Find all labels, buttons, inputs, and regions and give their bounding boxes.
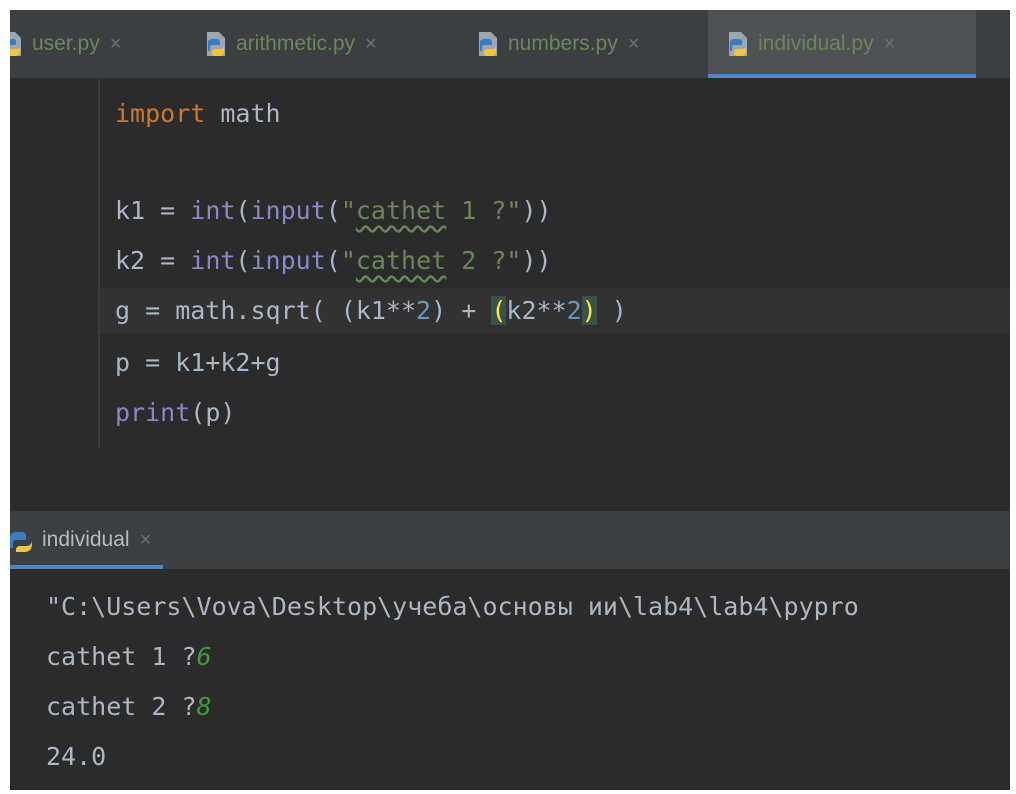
matched-brace-open: ( <box>491 296 507 325</box>
console-prompt-1: cathet 1 ?6 <box>46 635 212 679</box>
code-line-6: p = k1+k2+g <box>115 341 281 385</box>
console-prompt-2: cathet 2 ?8 <box>46 685 212 729</box>
module-name: math <box>205 99 281 128</box>
string-quote: " <box>340 246 356 275</box>
print-args: (p) <box>190 398 236 427</box>
console-command-line: "C:\Users\Vova\Desktop\учеба\основы ии\l… <box>46 592 859 621</box>
builtin-int: int <box>190 246 236 275</box>
python-file-icon <box>204 31 228 57</box>
python-run-icon <box>10 528 32 552</box>
python-file-icon <box>726 31 750 57</box>
paren: ( <box>325 196 341 225</box>
expr-k2: k2** <box>506 296 567 325</box>
number: 2 <box>566 296 582 325</box>
prompt-text: cathet 2 ? <box>46 692 197 721</box>
run-console[interactable]: "C:\Users\Vova\Desktop\учеба\основы ии\l… <box>10 569 1010 790</box>
close-icon[interactable]: × <box>884 33 896 56</box>
close-icon[interactable]: × <box>628 33 640 56</box>
tab-label: individual.py <box>758 32 874 55</box>
code-line-3: k1 = int(input("cathet 1 ?")) <box>115 189 552 233</box>
builtin-int: int <box>190 196 236 225</box>
console-result: 24.0 <box>46 742 107 771</box>
close-icon[interactable]: × <box>110 33 122 56</box>
close-icon[interactable]: × <box>140 529 152 552</box>
paren: )) <box>521 196 552 225</box>
editor-tab-bar: user.py × arithmetic.py × numbers.py × i… <box>10 10 1010 79</box>
assign-g: g = math.sqrt( <box>115 296 341 325</box>
tab-label: numbers.py <box>508 32 618 55</box>
builtin-print: print <box>115 398 191 427</box>
builtin-input: input <box>250 196 326 225</box>
tab-individual-py[interactable]: individual.py × <box>708 10 976 78</box>
string-rest: 2 ?" <box>446 246 522 275</box>
matched-brace-close: ) <box>581 296 597 325</box>
typo-word: cathet <box>355 196 447 225</box>
tab-arithmetic-py[interactable]: arithmetic.py × <box>204 10 444 78</box>
operator-plus: ) + <box>431 296 492 325</box>
builtin-input: input <box>250 246 326 275</box>
number: 2 <box>416 296 432 325</box>
user-input-value: 6 <box>196 642 212 671</box>
tab-label: user.py <box>32 32 100 55</box>
ide-window: user.py × arithmetic.py × numbers.py × i… <box>10 10 1010 790</box>
expr-k1: (k1** <box>340 296 417 325</box>
tab-label: arithmetic.py <box>236 32 356 55</box>
code-editor[interactable]: import math k1 = int(input("cathet 1 ?")… <box>10 79 1010 456</box>
string-quote: " <box>340 196 356 225</box>
assign-k2: k2 = <box>115 246 191 275</box>
paren: ( <box>235 196 251 225</box>
code-line-1: import math <box>115 92 281 136</box>
python-file-icon <box>10 31 24 57</box>
paren: ) <box>596 296 627 325</box>
code-line-4: k2 = int(input("cathet 2 ?")) <box>115 239 552 283</box>
panel-splitter[interactable] <box>10 456 1010 511</box>
paren: ( <box>325 246 341 275</box>
code-line-7: print(p) <box>115 391 235 435</box>
run-tab-individual[interactable]: individual × <box>10 511 164 569</box>
close-icon[interactable]: × <box>365 33 377 56</box>
paren: )) <box>521 246 552 275</box>
python-file-icon <box>476 31 500 57</box>
code-line-5: g = math.sqrt( (k1**2) + (k2**2) ) <box>115 289 627 333</box>
string-rest: 1 ?" <box>446 196 522 225</box>
assign-k1: k1 = <box>115 196 191 225</box>
user-input-value: 8 <box>196 692 212 721</box>
keyword-import: import <box>115 99 206 128</box>
prompt-text: cathet 1 ? <box>46 642 197 671</box>
tab-user-py[interactable]: user.py × <box>10 10 180 78</box>
run-tool-window-header: individual × <box>10 511 1010 569</box>
run-tab-label: individual <box>42 528 130 551</box>
tab-numbers-py[interactable]: numbers.py × <box>476 10 696 78</box>
assign-p: p = k1+k2+g <box>115 348 281 377</box>
typo-word: cathet <box>355 246 447 275</box>
paren: ( <box>235 246 251 275</box>
gutter-divider <box>98 79 100 449</box>
